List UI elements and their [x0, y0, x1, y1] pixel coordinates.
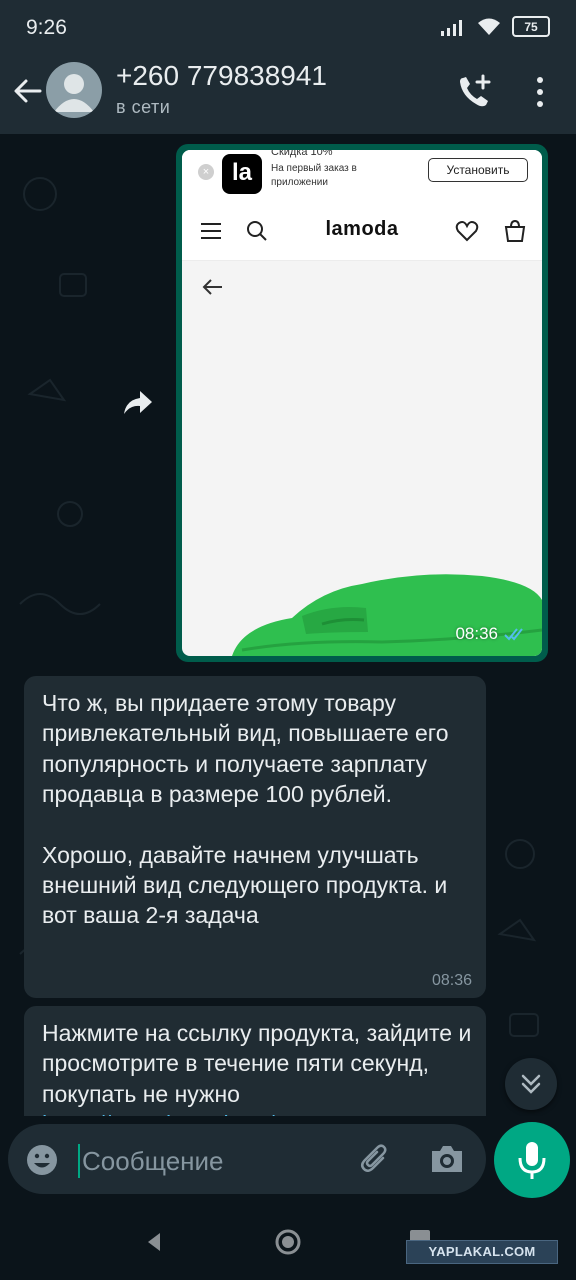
- lamoda-navbar: lamoda: [182, 202, 542, 261]
- message-text: Нажмите на ссылку продукта, зайдите и пр…: [42, 1018, 472, 1120]
- bag-icon: [504, 219, 526, 242]
- avatar[interactable]: [46, 62, 102, 118]
- contact-status: в сети: [116, 97, 171, 117]
- double-check-icon: [504, 628, 523, 641]
- camera-icon[interactable]: [428, 1141, 466, 1177]
- nav-back-icon[interactable]: [142, 1230, 166, 1254]
- mic-button[interactable]: [494, 1122, 570, 1198]
- image-time: 08:36: [455, 624, 498, 643]
- incoming-message[interactable]: Что ж, вы придаете этому товару привлека…: [24, 676, 486, 998]
- message-composer[interactable]: [8, 1124, 486, 1194]
- image-message[interactable]: × la Скидка 10% На первый заказ в прилож…: [176, 144, 548, 662]
- chat-area[interactable]: × la Скидка 10% На первый заказ в прилож…: [0, 134, 576, 1120]
- banner-title: Скидка 10%: [271, 150, 333, 158]
- app-banner: × la Скидка 10% На первый заказ в прилож…: [182, 150, 542, 203]
- back-arrow-icon[interactable]: [10, 74, 44, 108]
- forward-icon[interactable]: [116, 382, 158, 424]
- emoji-icon[interactable]: [24, 1142, 60, 1178]
- incoming-message[interactable]: Нажмите на ссылку продукта, зайдите и пр…: [24, 1006, 486, 1120]
- heart-icon: [455, 221, 479, 242]
- back-arrow-icon: [202, 279, 222, 295]
- nav-home-icon[interactable]: [274, 1228, 302, 1256]
- message-text: Что ж, вы придаете этому товару привлека…: [42, 688, 472, 931]
- watermark: YAPLAKAL.COM: [406, 1240, 558, 1264]
- status-bar: 9:26 75: [0, 0, 576, 56]
- message-input[interactable]: [82, 1144, 342, 1178]
- message-paragraph: Нажмите на ссылку продукта, зайдите и пр…: [42, 1020, 472, 1107]
- avatar-person-icon: [54, 74, 94, 112]
- mic-icon: [518, 1142, 546, 1179]
- close-icon: ×: [198, 164, 214, 180]
- status-icons: 75: [440, 16, 550, 37]
- signal-icon: [441, 19, 462, 36]
- add-call-icon[interactable]: [454, 72, 494, 112]
- battery-icon: 75: [512, 16, 550, 37]
- la-logo: la: [222, 154, 262, 194]
- install-button: Установить: [428, 158, 528, 182]
- scroll-down-button[interactable]: [505, 1058, 557, 1110]
- text-caret: [78, 1144, 80, 1178]
- composer-area: [0, 1116, 576, 1200]
- message-paragraph: Хорошо, давайте начнем улучшать внешний …: [42, 841, 448, 929]
- contact-name[interactable]: +260 779838941: [116, 60, 327, 92]
- status-time: 9:26: [26, 16, 67, 39]
- lamoda-logo: lamoda: [325, 218, 399, 240]
- banner-text: На первый заказ в приложении: [271, 163, 357, 188]
- more-vert-icon[interactable]: [528, 74, 552, 110]
- image-timestamp: 08:36: [455, 624, 526, 644]
- message-paragraph: Что ж, вы придаете этому товару привлека…: [42, 690, 449, 808]
- message-time: 08:36: [431, 972, 472, 989]
- chat-header: +260 779838941 в сети: [0, 56, 576, 134]
- screenshot-image[interactable]: × la Скидка 10% На первый заказ в прилож…: [182, 150, 542, 656]
- attach-icon[interactable]: [358, 1141, 394, 1177]
- wifi-icon: [478, 18, 500, 35]
- scroll-down-icon: [521, 1074, 541, 1094]
